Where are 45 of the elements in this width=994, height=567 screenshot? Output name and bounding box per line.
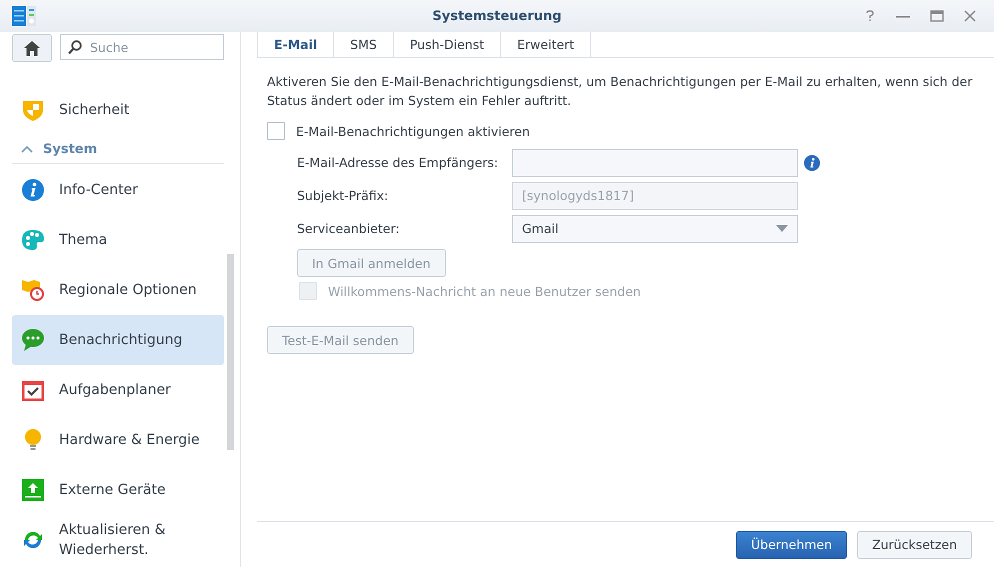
checkbox-label: Willkommens-Nachricht an neue Benutzer senden (328, 284, 641, 298)
home-button[interactable] (12, 34, 52, 62)
tab[interactable]: Push-Dienst (394, 32, 502, 57)
checkbox-label: E-Mail-Benachrichtigungen aktivieren (296, 124, 530, 138)
sidebar-item[interactable]: Benachrichtigung (12, 315, 224, 365)
window-title: Systemsteuerung (432, 8, 562, 24)
control-panel-icon (12, 6, 36, 26)
calendar-check-icon (21, 378, 45, 402)
field-label: E-Mail-Adresse des Empfängers: (297, 155, 500, 170)
field-label: Subjekt-Präfix: (297, 188, 390, 203)
sidebar-item[interactable]: Aktualisieren & Wiederherst. (12, 515, 224, 565)
reset-button[interactable]: Zurücksetzen (857, 530, 972, 558)
shield-icon (21, 98, 45, 122)
caret-icon (776, 225, 788, 232)
section-header[interactable]: System (12, 135, 224, 164)
sidebar-item[interactable]: Externe Geräte (12, 465, 224, 515)
sidebar-item[interactable]: Thema (12, 215, 224, 265)
maximize-icon[interactable] (930, 10, 944, 22)
sidebar-item[interactable]: Sicherheit (12, 85, 224, 135)
tab[interactable]: Erweitert (501, 32, 592, 57)
sidebar-item[interactable]: Regionale Optionen (12, 265, 224, 315)
tab[interactable]: E-Mail (257, 32, 334, 57)
search-field[interactable]: Suche (60, 34, 224, 60)
close-icon[interactable] (964, 10, 976, 22)
sidebar-item[interactable]: Hardware & Energie (12, 415, 224, 465)
scrollbar[interactable] (227, 254, 234, 450)
caret-icon (21, 145, 33, 153)
dropdown[interactable]: Gmail (512, 214, 798, 242)
description-text: Aktiveren Sie den E-Mail-Benachrichtigungsdienst, um Benachrichtigungen per E-Mail zu erhalten, wenn sich der Status ändert oder im System ein Fehler auftritt. (267, 73, 974, 110)
map-clock-icon (21, 278, 45, 302)
sidebar-item[interactable]: Info-Center (12, 165, 224, 215)
home-icon (24, 40, 40, 56)
palette-icon (21, 228, 45, 252)
field-label: Serviceanbieter: (297, 221, 401, 236)
help-icon[interactable] (864, 10, 876, 22)
sidebar-item[interactable]: Aufgabenplaner (12, 365, 224, 415)
apply-button[interactable]: Übernehmen (736, 530, 848, 558)
search-icon (68, 40, 82, 55)
tab[interactable]: SMS (334, 32, 394, 57)
input-field[interactable] (512, 148, 798, 176)
checkbox[interactable] (267, 122, 285, 140)
chat-bubble-icon (21, 328, 45, 352)
info-icon[interactable] (804, 154, 820, 170)
upload-icon (21, 478, 45, 502)
info-icon (21, 178, 45, 202)
